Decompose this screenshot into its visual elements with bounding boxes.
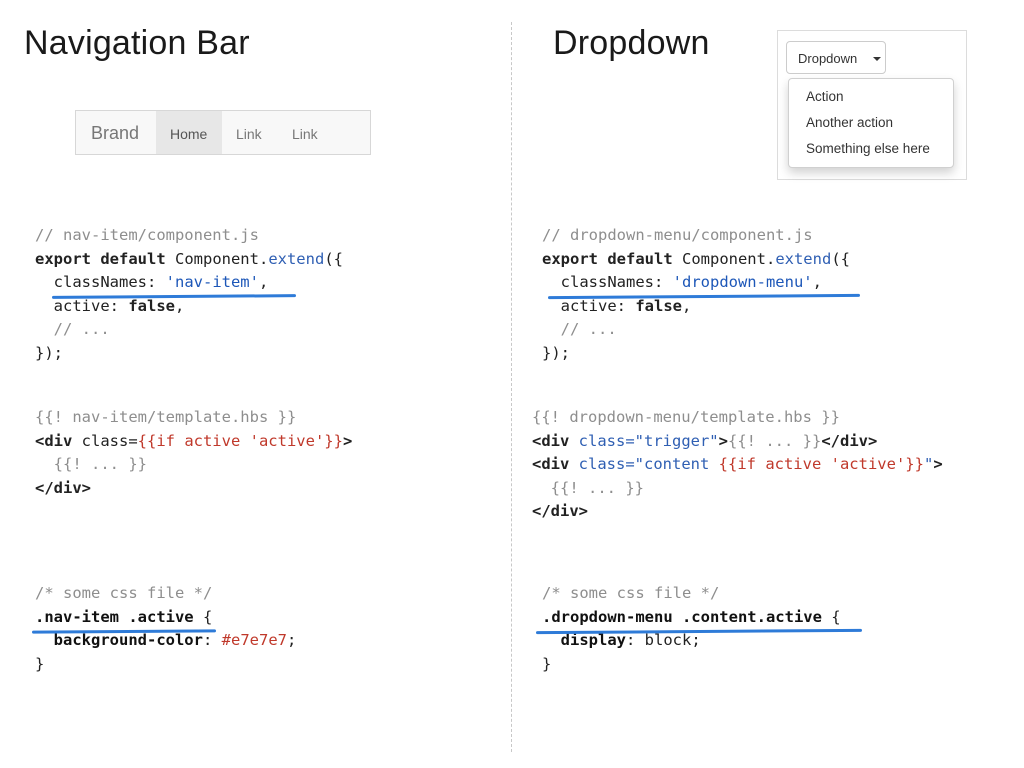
js-paren: ({ [831, 249, 850, 268]
hbs-if-helper: {{if active 'active'}} [137, 431, 343, 450]
js-comment: // dropdown-menu/component.js [542, 226, 813, 244]
caret-down-icon [873, 57, 881, 61]
hbs-tag: <div [532, 455, 570, 473]
css-selector: .nav-item .active [35, 607, 194, 626]
js-function: extend [775, 249, 832, 268]
dropdown-demo: Dropdown Action Another action Something… [777, 30, 967, 180]
dropdown-item-another-action[interactable]: Another action [806, 115, 893, 130]
js-comma: , [175, 296, 185, 315]
hbs-ellipsis: {{! ... }} [728, 431, 822, 450]
css-colon: : [626, 631, 645, 649]
css-comment: /* some css file */ [35, 584, 213, 602]
nav-item-link-1[interactable]: Link [236, 126, 262, 142]
js-comma: , [682, 296, 692, 315]
js-classnames-value: 'dropdown-menu' [672, 273, 813, 291]
hbs-attr: class= [569, 431, 635, 450]
hbs-tag-end: > [718, 431, 728, 450]
js-ellipsis-comment: // ... [542, 320, 617, 338]
css-selector: .dropdown-menu .content.active [542, 607, 822, 626]
right-title: Dropdown [553, 24, 710, 62]
hbs-close-tag: </div> [35, 478, 91, 497]
css-colon: : [202, 631, 222, 649]
right-hbs-code: {{! dropdown-menu/template.hbs }} <div c… [532, 406, 943, 524]
dropdown-item-action[interactable]: Action [806, 89, 844, 104]
dropdown-menu: Action Another action Something else her… [788, 78, 954, 168]
dropdown-button[interactable]: Dropdown [786, 41, 886, 74]
js-close: }); [542, 343, 570, 362]
css-close-brace: } [35, 654, 45, 673]
js-keyword: export default [542, 249, 673, 268]
left-hbs-code: {{! nav-item/template.hbs }} <div class=… [35, 406, 352, 500]
hbs-tag: <div [35, 431, 73, 450]
js-paren: ({ [324, 249, 343, 268]
css-comment: /* some css file */ [542, 584, 720, 602]
js-active-value: false [635, 296, 682, 315]
hbs-tag: <div [532, 431, 570, 450]
hbs-attr-value: "trigger" [634, 431, 719, 450]
js-active-key: active: [35, 296, 129, 315]
navbar-demo: Brand Home Link Link [75, 110, 371, 155]
js-active-key: active: [542, 296, 636, 315]
nav-item-link-2[interactable]: Link [292, 126, 318, 142]
dropdown-button-label: Dropdown [798, 51, 858, 66]
hbs-ellipsis: {{! ... }} [35, 455, 147, 473]
hbs-ellipsis: {{! ... }} [532, 478, 644, 497]
left-title: Navigation Bar [24, 24, 250, 62]
hbs-comment: {{! dropdown-menu/template.hbs }} [532, 408, 840, 426]
css-property: background-color [35, 631, 203, 649]
dropdown-item-something-else[interactable]: Something else here [806, 141, 930, 156]
hbs-if-helper: {{if active 'active'}} [718, 455, 924, 473]
js-object: Component. [672, 249, 776, 268]
hbs-attr: class= [569, 455, 635, 473]
js-function: extend [268, 249, 325, 268]
css-semicolon: ; [691, 631, 701, 649]
hbs-comment: {{! nav-item/template.hbs }} [35, 408, 297, 426]
js-comma: , [258, 273, 269, 291]
css-close-brace: } [542, 654, 552, 673]
js-classnames-key: classNames: [35, 273, 166, 291]
hbs-tag-end: > [342, 431, 353, 450]
hbs-close-tag: </div> [821, 431, 878, 450]
js-close: }); [35, 343, 63, 362]
hbs-attr-quote: " [923, 455, 934, 473]
js-ellipsis-comment: // ... [35, 320, 110, 338]
center-divider [511, 22, 512, 752]
js-active-value: false [128, 296, 175, 315]
css-value: #e7e7e7 [221, 631, 287, 649]
js-object: Component. [165, 249, 269, 268]
navbar-brand[interactable]: Brand [91, 123, 139, 144]
hbs-close-tag: </div> [532, 502, 588, 520]
hbs-attr: class= [72, 431, 138, 450]
css-open-brace: { [193, 607, 213, 626]
js-keyword: export default [35, 249, 166, 268]
hbs-attr-value: "content [634, 455, 719, 473]
js-comma: , [812, 273, 822, 291]
js-comment: // nav-item/component.js [35, 226, 259, 244]
nav-item-home-label: Home [170, 126, 208, 142]
nav-item-home[interactable]: Home [156, 111, 222, 154]
js-classnames-value: 'nav-item' [165, 273, 259, 291]
hbs-tag-end: > [933, 455, 943, 473]
css-value: block [644, 631, 692, 649]
css-semicolon: ; [286, 631, 297, 649]
css-open-brace: { [821, 607, 841, 626]
js-classnames-key: classNames: [542, 273, 673, 291]
